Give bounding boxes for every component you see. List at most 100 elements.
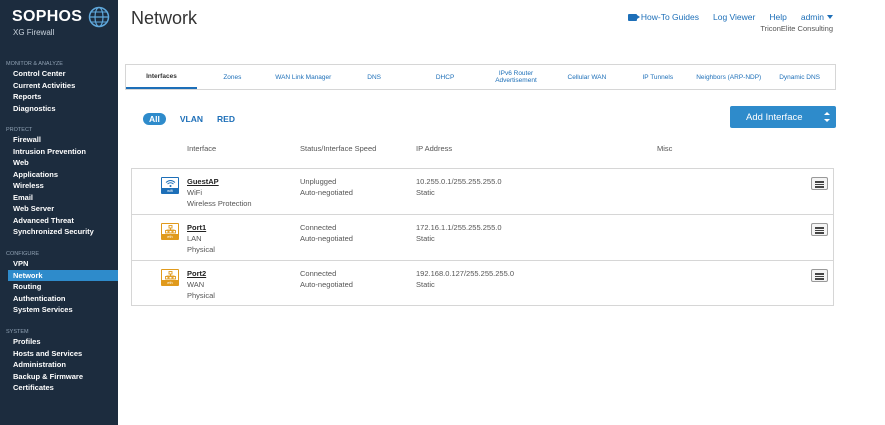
column-header-status: Status/Interface Speed (300, 144, 377, 153)
tab-bar: Interfaces Zones WAN Link Manager DNS DH… (125, 64, 836, 90)
row-menu-button[interactable] (811, 223, 828, 236)
ip-cell: 10.255.0.1/255.255.255.0 Static (416, 176, 502, 198)
filter-all[interactable]: All (143, 113, 166, 125)
sidebar-item-synchronized-security[interactable]: Synchronized Security (0, 226, 118, 238)
tab-dynamic-dns[interactable]: Dynamic DNS (764, 65, 835, 89)
icon-label: eth (162, 280, 178, 285)
sidebar-item-applications[interactable]: Applications (0, 169, 118, 181)
nav-section-system: SYSTEM Profiles Hosts and Services Admin… (0, 328, 118, 394)
product-name: XG Firewall (13, 28, 55, 37)
status-cell: Unplugged Auto-negotiated (300, 176, 353, 198)
sidebar-item-vpn[interactable]: VPN (0, 258, 118, 270)
filter-red[interactable]: RED (217, 114, 235, 124)
sidebar-item-administration[interactable]: Administration (0, 359, 118, 371)
tab-interfaces[interactable]: Interfaces (126, 65, 197, 89)
network-port-icon (165, 271, 176, 280)
add-interface-button[interactable]: Add Interface (730, 106, 836, 128)
icon-label: wifi (162, 188, 178, 193)
tab-wan-link-manager[interactable]: WAN Link Manager (268, 65, 339, 89)
video-camera-icon (627, 14, 640, 21)
ip-address: 192.168.0.127/255.255.255.0 (416, 269, 515, 278)
ethernet-icon: eth (161, 223, 179, 240)
help-link[interactable]: Help (769, 12, 786, 22)
row-menu-button[interactable] (811, 269, 828, 282)
interface-name-link[interactable]: Port2 (187, 268, 215, 279)
sidebar-item-reports[interactable]: Reports (0, 91, 118, 103)
add-interface-label: Add Interface (746, 111, 803, 123)
interface-cell: Port2 WAN Physical (187, 268, 215, 301)
tab-zones[interactable]: Zones (197, 65, 268, 89)
table-row: wifi GuestAP WiFi Wireless Protection Un… (132, 169, 833, 215)
status-text: Unplugged (300, 177, 337, 186)
sidebar-item-system-services[interactable]: System Services (0, 304, 118, 316)
sidebar-item-control-center[interactable]: Control Center (0, 68, 118, 80)
sidebar-item-wireless[interactable]: Wireless (0, 180, 118, 192)
ip-mode: Static (416, 188, 435, 197)
organization-name: TriconElite Consulting (760, 24, 833, 33)
interface-type: WiFi (187, 188, 202, 197)
nav-section-configure: CONFIGURE VPN Network Routing Authentica… (0, 250, 118, 316)
interface-name-link[interactable]: Port1 (187, 222, 215, 233)
sidebar-item-web[interactable]: Web (0, 157, 118, 169)
log-viewer-link[interactable]: Log Viewer (713, 12, 755, 22)
tab-ip-tunnels[interactable]: IP Tunnels (622, 65, 693, 89)
ip-address: 172.16.1.1/255.255.255.0 (416, 223, 502, 232)
sidebar-item-advanced-threat[interactable]: Advanced Threat (0, 215, 118, 227)
sidebar-item-authentication[interactable]: Authentication (0, 293, 118, 305)
sidebar-item-current-activities[interactable]: Current Activities (0, 80, 118, 92)
ip-mode: Static (416, 234, 435, 243)
sidebar-item-diagnostics[interactable]: Diagnostics (0, 103, 118, 115)
column-header-ip: IP Address (416, 144, 453, 153)
wifi-icon: wifi (161, 177, 179, 194)
interface-name-link[interactable]: GuestAP (187, 176, 252, 187)
admin-menu[interactable]: admin (801, 12, 833, 22)
top-links: How-To Guides Log Viewer Help admin (627, 12, 833, 22)
filter-vlan[interactable]: VLAN (180, 114, 203, 124)
interface-zone: Physical (187, 291, 215, 300)
ip-cell: 172.16.1.1/255.255.255.0 Static (416, 222, 502, 244)
how-to-guides-link[interactable]: How-To Guides (627, 12, 699, 22)
sidebar-item-profiles[interactable]: Profiles (0, 336, 118, 348)
tab-cellular-wan[interactable]: Cellular WAN (551, 65, 622, 89)
column-header-interface: Interface (187, 144, 217, 153)
sidebar-item-hosts-and-services[interactable]: Hosts and Services (0, 348, 118, 360)
sophos-globe-icon (88, 6, 110, 28)
status-text: Connected (300, 223, 337, 232)
row-menu-button[interactable] (811, 177, 828, 190)
sidebar-item-email[interactable]: Email (0, 192, 118, 204)
wifi-signal-icon (165, 180, 176, 187)
tab-ipv6-router-advertisement[interactable]: IPv6 Router Advertisement (481, 65, 552, 89)
ethernet-icon: eth (161, 269, 179, 286)
ip-address: 10.255.0.1/255.255.255.0 (416, 177, 502, 186)
speed-text: Auto-negotiated (300, 188, 353, 197)
sidebar-item-backup-firmware[interactable]: Backup & Firmware (0, 371, 118, 383)
sidebar-item-intrusion-prevention[interactable]: Intrusion Prevention (0, 146, 118, 158)
status-cell: Connected Auto-negotiated (300, 222, 353, 244)
table-row: eth Port2 WAN Physical Connected Auto-ne… (132, 261, 833, 305)
select-arrows-icon (824, 112, 830, 122)
brand-name: SOPHOS (12, 8, 83, 25)
tab-dhcp[interactable]: DHCP (410, 65, 481, 89)
nav-section-monitor: MONITOR & ANALYZE Control Center Current… (0, 60, 118, 114)
speed-text: Auto-negotiated (300, 234, 353, 243)
sidebar-item-web-server[interactable]: Web Server (0, 203, 118, 215)
sidebar-item-routing[interactable]: Routing (0, 281, 118, 293)
ip-cell: 192.168.0.127/255.255.255.0 Static (416, 268, 514, 290)
speed-text: Auto-negotiated (300, 280, 353, 289)
sidebar-item-firewall[interactable]: Firewall (0, 134, 118, 146)
status-text: Connected (300, 269, 337, 278)
ip-mode: Static (416, 280, 435, 289)
tab-neighbors[interactable]: Neighbors (ARP-NDP) (693, 65, 764, 89)
sidebar-item-certificates[interactable]: Certificates (0, 382, 118, 394)
interface-type: LAN (187, 234, 202, 243)
interface-type: WAN (187, 280, 205, 289)
nav-section-title: MONITOR & ANALYZE (6, 61, 63, 67)
interface-cell: GuestAP WiFi Wireless Protection (187, 176, 252, 209)
page-title: Network (131, 8, 198, 28)
icon-label: eth (162, 234, 178, 239)
tab-dns[interactable]: DNS (339, 65, 410, 89)
table-row: eth Port1 LAN Physical Connected Auto-ne… (132, 215, 833, 261)
sidebar-item-network[interactable]: Network (8, 269, 118, 281)
nav-section-title: CONFIGURE (6, 251, 39, 257)
network-port-icon (165, 225, 176, 234)
